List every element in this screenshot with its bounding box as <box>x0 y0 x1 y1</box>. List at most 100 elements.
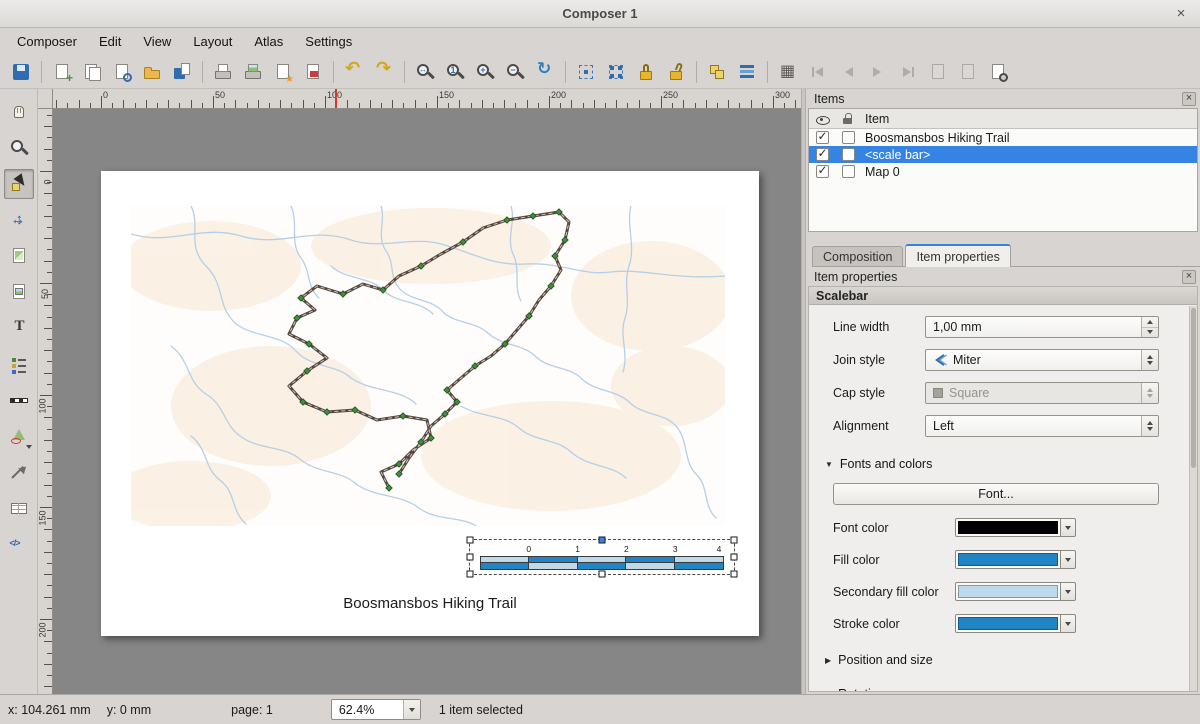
save-as-template-button[interactable] <box>167 58 197 86</box>
secondary-fill-color-dropdown-button[interactable] <box>1061 582 1076 601</box>
composition-canvas[interactable]: 0 1 2 3 4 km <box>53 109 801 694</box>
lock-checkbox[interactable] <box>842 165 855 178</box>
atlas-first-feature-button[interactable] <box>803 58 833 86</box>
spinner-buttons[interactable] <box>1141 317 1158 337</box>
print-button[interactable] <box>208 58 238 86</box>
map-title-label-item[interactable]: Boosmansbos Hiking Trail <box>101 595 759 612</box>
item-properties-close-button[interactable]: × <box>1182 270 1196 284</box>
duplicate-composer-button[interactable] <box>77 58 107 86</box>
position-and-size-section-header[interactable]: ▶ Position and size <box>825 653 1197 667</box>
zoom-level-combobox[interactable]: 62.4% <box>331 699 421 720</box>
zoom-out-button[interactable] <box>500 58 530 86</box>
add-new-legend-tool[interactable] <box>4 349 34 379</box>
window-close-button[interactable]: × <box>1172 4 1190 22</box>
font-color-dropdown-button[interactable] <box>1061 518 1076 537</box>
fill-color-button[interactable] <box>955 550 1061 569</box>
export-as-svg-button[interactable] <box>268 58 298 86</box>
atlas-next-feature-button[interactable] <box>863 58 893 86</box>
move-item-content-tool[interactable] <box>4 205 34 235</box>
font-button[interactable]: Font... <box>833 483 1159 505</box>
menu-settings[interactable]: Settings <box>294 30 363 53</box>
scalebar-item[interactable]: 0 1 2 3 4 km <box>469 539 735 575</box>
lock-checkbox[interactable] <box>842 148 855 161</box>
select-move-item-tool[interactable] <box>4 169 34 199</box>
zoom-in-button[interactable] <box>470 58 500 86</box>
selection-handle[interactable] <box>731 554 738 561</box>
lock-checkbox[interactable] <box>842 131 855 144</box>
add-new-scalebar-tool[interactable] <box>4 385 34 415</box>
add-new-label-tool[interactable] <box>4 313 34 343</box>
selection-handle[interactable] <box>731 537 738 544</box>
secondary-fill-color-button[interactable] <box>955 582 1061 601</box>
fonts-and-colors-section-header[interactable]: ▼ Fonts and colors <box>825 457 1197 471</box>
properties-scrollbar[interactable] <box>1189 306 1197 691</box>
visibility-checkbox[interactable] <box>816 165 829 178</box>
selection-handle[interactable] <box>731 571 738 578</box>
menu-layout[interactable]: Layout <box>182 30 243 53</box>
atlas-preview-button[interactable] <box>773 58 803 86</box>
stroke-color-button[interactable] <box>955 614 1061 633</box>
menu-edit[interactable]: Edit <box>88 30 132 53</box>
export-as-image-button[interactable] <box>238 58 268 86</box>
item-row-hiking-trail-label[interactable]: Boosmansbos Hiking Trail <box>809 129 1197 146</box>
export-as-pdf-button[interactable] <box>298 58 328 86</box>
stroke-color-dropdown-button[interactable] <box>1061 614 1076 633</box>
undo-button[interactable] <box>339 58 369 86</box>
zoom-full-button[interactable] <box>410 58 440 86</box>
export-atlas-button[interactable] <box>953 58 983 86</box>
composition-page[interactable]: 0 1 2 3 4 km <box>101 171 759 636</box>
fill-color-dropdown-button[interactable] <box>1061 550 1076 569</box>
pan-tool[interactable] <box>4 97 34 127</box>
selection-handle[interactable] <box>467 571 474 578</box>
tab-item-properties[interactable]: Item properties <box>905 244 1010 267</box>
zoom-tool[interactable] <box>4 133 34 163</box>
lock-selected-items-button[interactable] <box>631 58 661 86</box>
composition-canvas-area[interactable]: 050100150200250300 050100150200 <box>38 89 801 694</box>
zoom-actual-size-button[interactable] <box>440 58 470 86</box>
item-row-map-0[interactable]: Map 0 <box>809 163 1197 180</box>
alignment-select[interactable]: Left <box>925 415 1159 437</box>
spin-up-button[interactable] <box>1142 317 1158 327</box>
atlas-settings-button[interactable] <box>983 58 1013 86</box>
selection-handle[interactable] <box>467 537 474 544</box>
spin-down-button[interactable] <box>1142 327 1158 338</box>
add-html-frame-tool[interactable] <box>4 529 34 559</box>
join-style-select[interactable]: Miter <box>925 349 1159 371</box>
selection-handle[interactable] <box>599 571 606 578</box>
ungroup-items-button[interactable] <box>601 58 631 86</box>
print-atlas-button[interactable] <box>923 58 953 86</box>
visibility-checkbox[interactable] <box>816 131 829 144</box>
composer-manager-button[interactable] <box>107 58 137 86</box>
selection-handle[interactable] <box>599 537 606 544</box>
refresh-view-button[interactable] <box>530 58 560 86</box>
zoom-dropdown-button[interactable] <box>403 700 420 719</box>
add-image-tool[interactable] <box>4 277 34 307</box>
unlock-all-items-button[interactable] <box>661 58 691 86</box>
tab-composition[interactable]: Composition <box>812 246 903 266</box>
new-composer-button[interactable] <box>47 58 77 86</box>
line-width-spinbox[interactable]: 1,00 mm <box>925 316 1159 338</box>
menu-composer[interactable]: Composer <box>6 30 88 53</box>
add-attribute-table-tool[interactable] <box>4 493 34 523</box>
atlas-previous-feature-button[interactable] <box>833 58 863 86</box>
menu-atlas[interactable]: Atlas <box>243 30 294 53</box>
rotation-section-header[interactable]: ▶ Rotation <box>825 687 1197 692</box>
save-project-button[interactable] <box>6 58 36 86</box>
add-arrow-tool[interactable] <box>4 457 34 487</box>
add-new-map-tool[interactable] <box>4 241 34 271</box>
selection-handle[interactable] <box>467 554 474 561</box>
menu-view[interactable]: View <box>132 30 182 53</box>
scrollbar-thumb[interactable] <box>1191 308 1196 468</box>
visibility-checkbox[interactable] <box>816 148 829 161</box>
map-item[interactable] <box>131 206 725 526</box>
items-panel-close-button[interactable]: × <box>1182 92 1196 106</box>
add-basic-shape-tool[interactable] <box>4 421 34 451</box>
raise-selected-items-button[interactable] <box>702 58 732 86</box>
load-from-template-button[interactable] <box>137 58 167 86</box>
redo-button[interactable] <box>369 58 399 86</box>
font-color-button[interactable] <box>955 518 1061 537</box>
group-items-button[interactable] <box>571 58 601 86</box>
atlas-last-feature-button[interactable] <box>893 58 923 86</box>
align-selected-items-button[interactable] <box>732 58 762 86</box>
item-row-scale-bar[interactable]: <scale bar> <box>809 146 1197 163</box>
